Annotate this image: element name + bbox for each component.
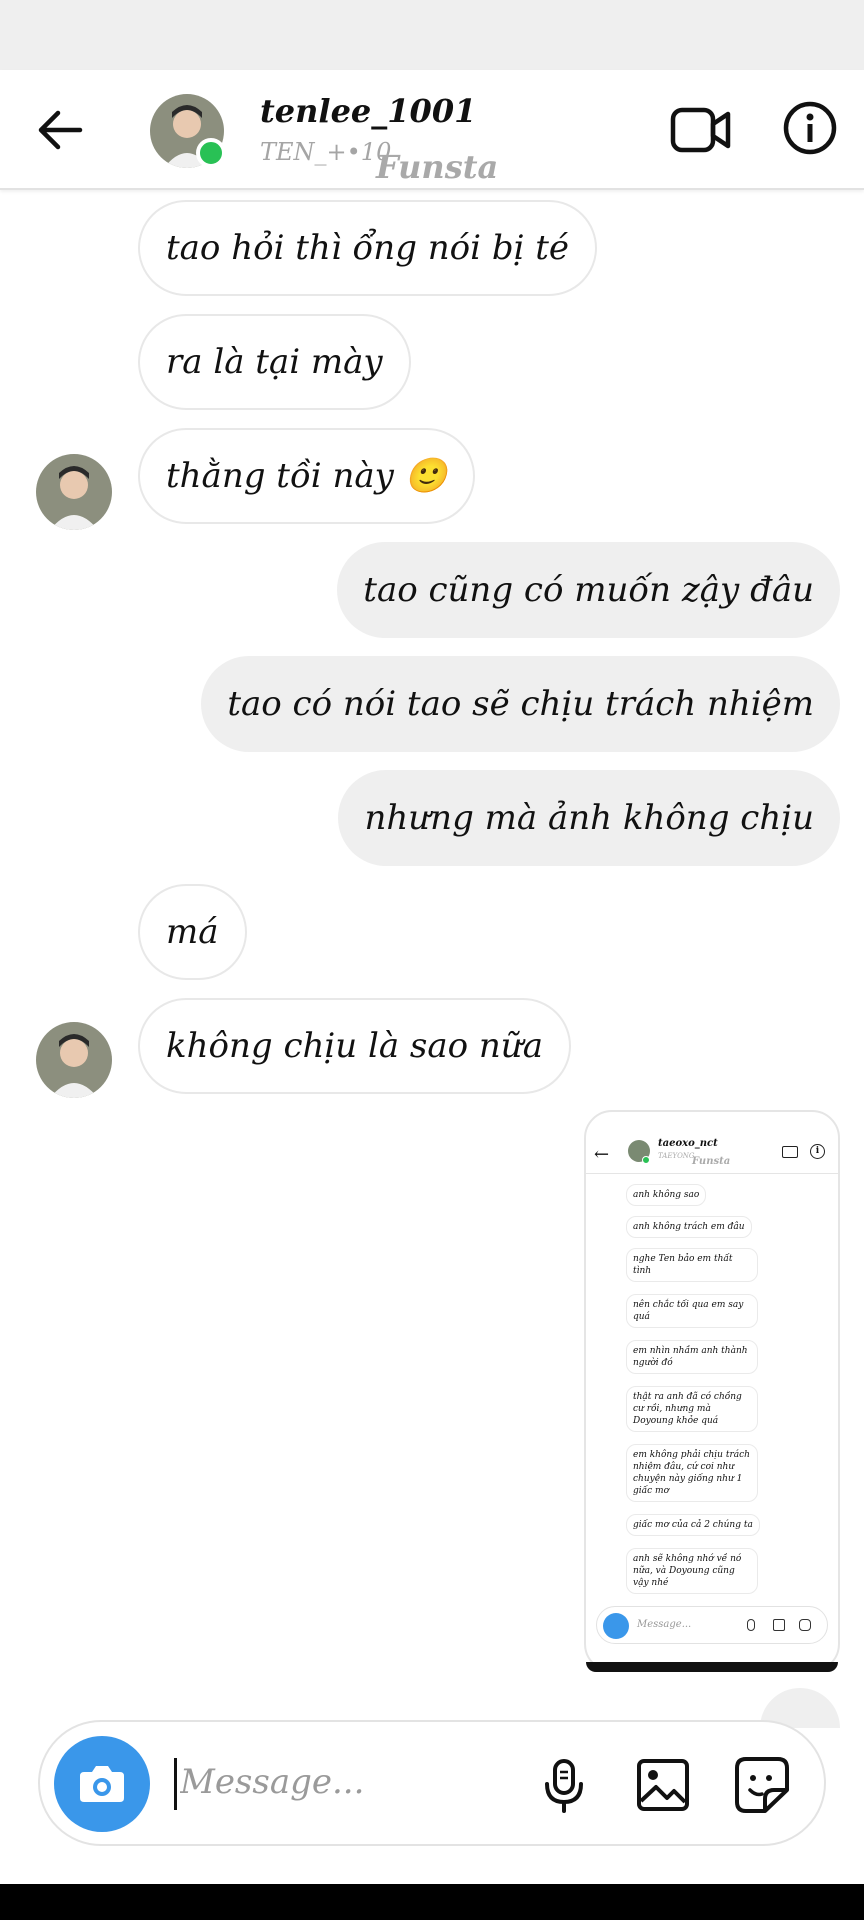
screenshot-message: giấc mơ của cả 2 chúng ta (626, 1514, 760, 1536)
image-icon (773, 1619, 785, 1631)
microphone-icon (747, 1619, 755, 1631)
chat-subtitle: TEN_+•10 (260, 138, 392, 166)
shared-screenshot-image[interactable]: ← taeoxo_nct TAEYONG Funsta i anh không … (584, 1110, 840, 1672)
camera-button[interactable] (54, 1736, 150, 1832)
screenshot-message: anh không trách em đâu (626, 1216, 752, 1238)
screenshot-message: anh không sao (626, 1184, 707, 1206)
screenshot-message: nên chắc tối qua em say quá (626, 1294, 758, 1328)
screenshot-message: thật ra anh đã có chồng cư rồi, nhưng mà… (626, 1386, 758, 1432)
message-bubble-incoming[interactable]: thằng tồi này 🙂 (138, 428, 475, 524)
sender-avatar[interactable] (36, 1022, 112, 1098)
sticker-button[interactable] (734, 1756, 790, 1814)
system-navigation-bar (0, 1884, 864, 1920)
online-status-indicator (196, 138, 226, 168)
arrow-left-icon (38, 110, 83, 150)
text-cursor (174, 1758, 177, 1810)
message-bubble-outgoing[interactable]: tao có nói tao sẽ chịu trách nhiệm (201, 656, 840, 752)
message-bubble-incoming[interactable]: không chịu là sao nữa (138, 998, 571, 1094)
screenshot-message: em không phải chịu trách nhiệm đâu, cứ c… (626, 1444, 758, 1502)
video-camera-icon (782, 1146, 798, 1158)
screenshot-message: anh sẽ không nhớ về nó nữa, và Doyoung c… (626, 1548, 758, 1594)
camera-icon (603, 1613, 629, 1639)
chat-header: tenlee_1001 TEN_+•10 Funsta (0, 70, 864, 190)
info-icon (783, 101, 837, 155)
screenshot-message: em nhìn nhầm anh thành người đó (626, 1340, 758, 1374)
screenshot-header: ← taeoxo_nct TAEYONG Funsta i (586, 1134, 838, 1174)
online-status-indicator (642, 1156, 650, 1164)
screenshot-bottom-edge (586, 1662, 838, 1672)
message-bubble-incoming[interactable]: tao hỏi thì ổng nói bị té (138, 200, 598, 296)
screenshot-composer: Message... (596, 1606, 828, 1644)
screenshot-placeholder: Message... (637, 1619, 692, 1630)
gallery-button[interactable] (636, 1758, 690, 1812)
voice-message-button[interactable] (538, 1758, 590, 1814)
status-bar (0, 0, 864, 70)
image-icon (637, 1759, 689, 1811)
sticker-icon (799, 1619, 811, 1631)
message-bubble-incoming[interactable]: má (138, 884, 247, 980)
message-composer (38, 1720, 826, 1846)
watermark-brand: Funsta (376, 148, 499, 186)
chat-username[interactable]: tenlee_1001 (260, 92, 476, 130)
screenshot-username: taeoxo_nct (658, 1138, 718, 1149)
message-bubble-outgoing[interactable]: tao cũng có muốn zậy đâu (337, 542, 840, 638)
back-button[interactable] (36, 108, 84, 152)
info-icon: i (810, 1144, 825, 1159)
message-bubble-outgoing[interactable]: nhưng mà ảnh không chịu (338, 770, 840, 866)
arrow-left-icon: ← (594, 1144, 610, 1165)
camera-icon (80, 1766, 124, 1802)
video-camera-icon (670, 107, 731, 153)
watermark-brand: Funsta (692, 1156, 731, 1167)
screenshot-subtitle: TAEYONG (658, 1152, 695, 1160)
message-bubble-incoming[interactable]: ra là tại mày (138, 314, 411, 410)
sender-avatar[interactable] (36, 454, 112, 530)
message-input[interactable] (180, 1752, 510, 1812)
screenshot-message: nghe Ten bảo em thất tình (626, 1248, 758, 1282)
sticker-icon (735, 1757, 789, 1813)
info-button[interactable] (782, 100, 838, 156)
microphone-icon (545, 1759, 583, 1813)
video-call-button[interactable] (670, 102, 732, 158)
